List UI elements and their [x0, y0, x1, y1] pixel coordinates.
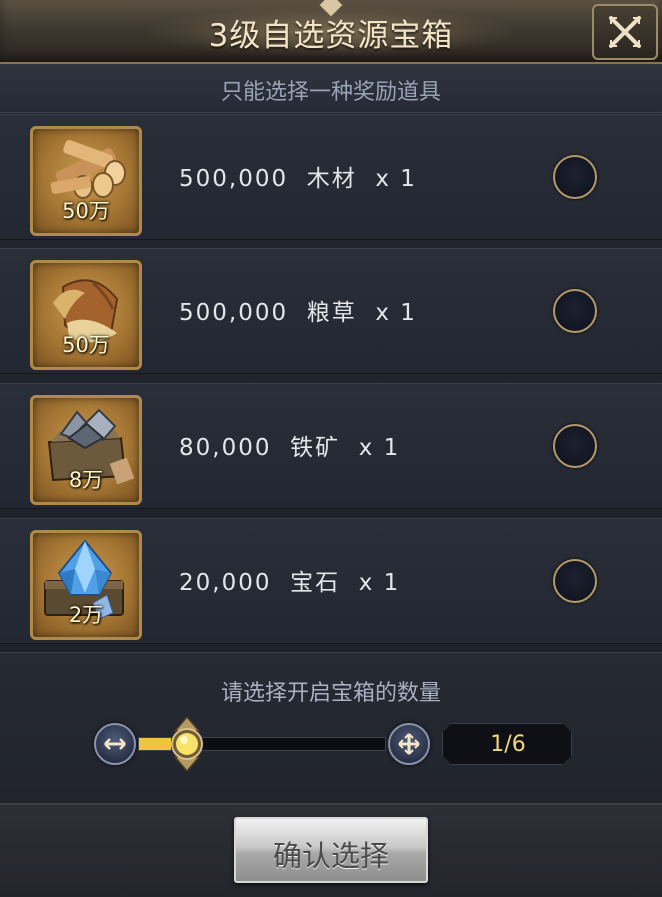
- reward-radio-wood[interactable]: [553, 155, 597, 199]
- reward-multiplier: x 1: [358, 570, 401, 596]
- reward-amount: 500,000: [179, 166, 289, 192]
- quantity-panel: 请选择开启宝箱的数量 1/6: [0, 652, 662, 803]
- quantity-label: 请选择开启宝箱的数量: [220, 681, 441, 706]
- decrease-button[interactable]: [94, 723, 136, 765]
- reward-badge: 50万: [62, 333, 110, 357]
- plus-arrows-icon: [398, 733, 420, 755]
- subheader: 只能选择一种奖励道具: [0, 64, 662, 113]
- reward-row-grain[interactable]: 50万 500,000 粮草 x 1: [0, 248, 662, 374]
- increase-button[interactable]: [388, 723, 430, 765]
- reward-multiplier: x 1: [358, 435, 401, 461]
- close-button[interactable]: [592, 4, 658, 60]
- minus-arrows-icon: [104, 738, 126, 750]
- reward-radio-grain[interactable]: [553, 289, 597, 333]
- reward-name: 宝石: [290, 570, 341, 596]
- reward-label: 80,000 铁矿 x 1: [179, 428, 400, 462]
- reward-radio-iron[interactable]: [553, 424, 597, 468]
- close-icon: [609, 16, 641, 48]
- slider-handle-icon: [171, 715, 203, 773]
- reward-label: 500,000 粮草 x 1: [179, 293, 417, 327]
- dialog-header: 3级自选资源宝箱: [0, 0, 662, 64]
- reward-name: 木材: [306, 166, 357, 192]
- reward-label: 500,000 木材 x 1: [179, 159, 417, 193]
- reward-amount: 80,000: [179, 435, 272, 461]
- dialog-footer: 确认选择: [0, 803, 662, 897]
- reward-amount: 20,000: [179, 570, 272, 596]
- reward-icon-frame: 50万: [30, 126, 142, 236]
- reward-icon-frame: 8万: [30, 395, 142, 505]
- reward-icon-frame: 2万: [30, 530, 142, 640]
- reward-badge: 2万: [68, 603, 104, 627]
- reward-icon-frame: 50万: [30, 260, 142, 370]
- quantity-count: 1/6: [490, 732, 526, 757]
- reward-row-wood[interactable]: 50万 500,000 木材 x 1: [0, 114, 662, 240]
- dialog-title: 3级自选资源宝箱: [208, 18, 454, 54]
- reward-row-gem[interactable]: 2万 20,000 宝石 x 1: [0, 518, 662, 644]
- quantity-slider-thumb[interactable]: [165, 715, 209, 773]
- reward-badge: 50万: [62, 199, 110, 223]
- reward-multiplier: x 1: [375, 300, 417, 326]
- quantity-display: 1/6: [442, 723, 572, 765]
- confirm-button[interactable]: 确认选择: [234, 817, 428, 883]
- reward-name: 粮草: [306, 300, 357, 326]
- reward-name: 铁矿: [290, 435, 341, 461]
- reward-radio-gem[interactable]: [553, 559, 597, 603]
- reward-row-iron[interactable]: 8万 80,000 铁矿 x 1: [0, 383, 662, 509]
- reward-amount: 500,000: [179, 300, 289, 326]
- reward-label: 20,000 宝石 x 1: [179, 563, 400, 597]
- confirm-button-label: 确认选择: [272, 839, 389, 873]
- reward-multiplier: x 1: [375, 166, 417, 192]
- chest-dialog: 3级自选资源宝箱 只能选择一种奖励道具 50万 500,000 木材 x 1 5…: [0, 0, 662, 897]
- selection-hint: 只能选择一种奖励道具: [220, 80, 441, 105]
- reward-badge: 8万: [68, 468, 104, 492]
